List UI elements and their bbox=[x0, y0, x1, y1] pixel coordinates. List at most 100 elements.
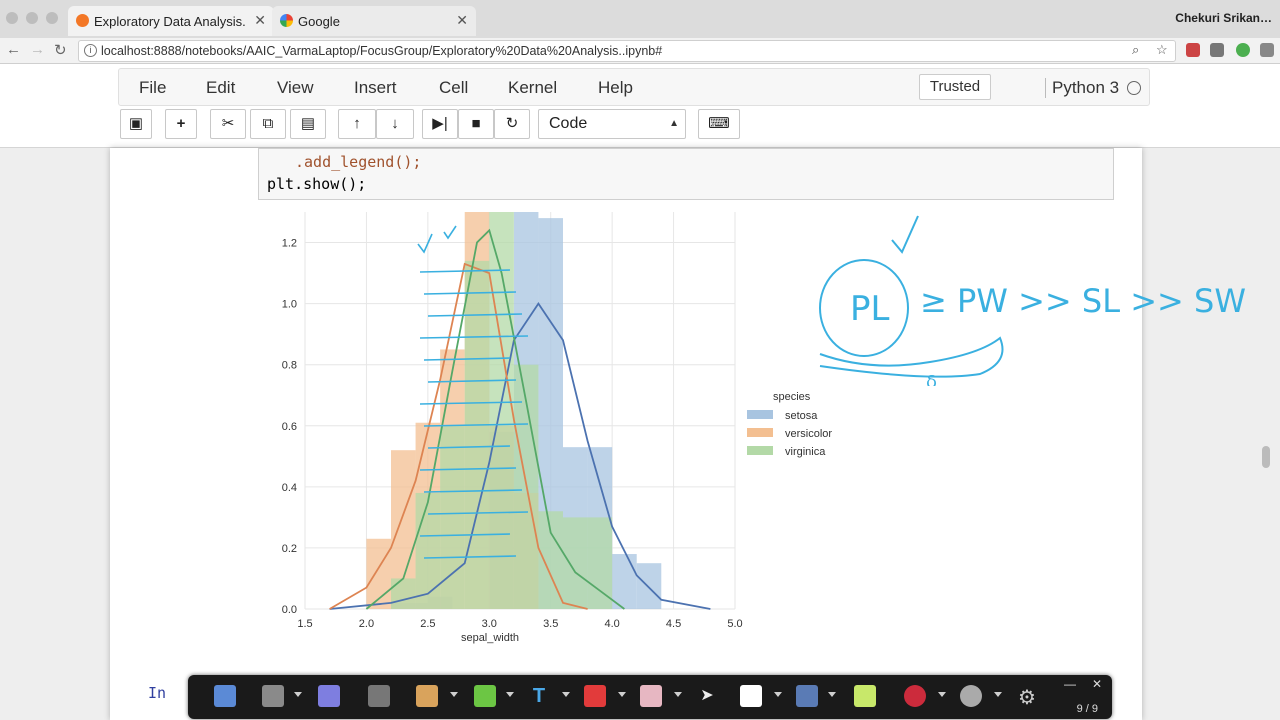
dropdown-caret-icon[interactable] bbox=[938, 692, 946, 697]
stamp-tool-icon[interactable] bbox=[368, 685, 390, 707]
dropdown-caret-icon[interactable] bbox=[994, 692, 1002, 697]
menu-file[interactable]: File bbox=[139, 78, 166, 98]
extension-icon[interactable] bbox=[1210, 43, 1224, 57]
dropdown-caret-icon[interactable] bbox=[562, 692, 570, 697]
circled-label: PL bbox=[850, 289, 890, 329]
menu-help[interactable]: Help bbox=[598, 78, 633, 98]
info-icon[interactable]: i bbox=[84, 44, 97, 57]
shape-tool-icon[interactable] bbox=[318, 685, 340, 707]
x-tick-label: 4.5 bbox=[666, 618, 681, 630]
whiteboard-tool-icon[interactable] bbox=[740, 685, 762, 707]
dropdown-caret-icon[interactable] bbox=[774, 692, 782, 697]
paste-button[interactable]: ▤ bbox=[290, 109, 326, 139]
notebook-sheet: .add_legend(); plt.show(); 1.5 2.0 2.5 3.0 3… bbox=[110, 148, 1246, 720]
back-icon[interactable]: ← bbox=[6, 41, 21, 58]
page-indicator: 9 / 9 bbox=[1076, 703, 1098, 715]
hist-bar bbox=[612, 554, 637, 609]
kernel-name[interactable]: Python 3 bbox=[1045, 78, 1119, 98]
annotation-text: ≥ PW >> SL >> SW bbox=[920, 282, 1246, 320]
cell-type-select[interactable]: Code ▲▼ bbox=[538, 109, 686, 157]
color-picker-icon[interactable] bbox=[584, 685, 606, 707]
profile-name[interactable]: Chekuri Srikan… bbox=[1175, 11, 1272, 25]
menu-insert[interactable]: Insert bbox=[354, 78, 397, 98]
menu-bar: File Edit View Insert Cell Kernel Help T… bbox=[118, 68, 1150, 106]
minimize-icon[interactable]: — bbox=[1064, 677, 1076, 691]
menu-view[interactable]: View bbox=[277, 78, 314, 98]
close-icon[interactable]: ✕ bbox=[1092, 677, 1102, 691]
sticky-note-icon[interactable] bbox=[854, 685, 876, 707]
maximize-window-icon[interactable] bbox=[46, 12, 58, 24]
highlighter-tool-icon[interactable] bbox=[474, 685, 496, 707]
code-line-text: .add_legend(); bbox=[295, 153, 422, 171]
dropdown-caret-icon[interactable] bbox=[294, 692, 302, 697]
page-scrollbar[interactable] bbox=[1262, 446, 1270, 468]
y-tick-label: 0.8 bbox=[282, 360, 297, 372]
insert-cell-button[interactable]: + bbox=[165, 109, 197, 139]
url-text: localhost:8888/notebooks/AAIC_VarmaLapto… bbox=[101, 44, 663, 58]
url-input[interactable]: i localhost:8888/notebooks/AAIC_VarmaLap… bbox=[78, 40, 1176, 62]
restart-button[interactable]: ↻ bbox=[494, 109, 530, 139]
dropdown-caret-icon[interactable] bbox=[450, 692, 458, 697]
y-tick-label: 0.2 bbox=[282, 543, 297, 555]
legend-label: versicolor bbox=[785, 428, 832, 440]
gmail-extension-icon[interactable] bbox=[1186, 43, 1200, 57]
dropdown-caret-icon[interactable] bbox=[618, 692, 626, 697]
dropdown-caret-icon[interactable] bbox=[674, 692, 682, 697]
menu-kernel[interactable]: Kernel bbox=[508, 78, 557, 98]
copy-button[interactable]: ⧉ bbox=[250, 109, 286, 139]
restart-icon: ↻ bbox=[505, 115, 519, 132]
browser-tab-notebook[interactable]: Exploratory Data Analysis. ✕ bbox=[68, 6, 274, 36]
close-window-icon[interactable] bbox=[6, 12, 18, 24]
grammarly-extension-icon[interactable] bbox=[1236, 43, 1250, 57]
gear-icon[interactable]: ⚙ bbox=[1016, 685, 1038, 709]
text-tool-icon[interactable]: T bbox=[528, 685, 550, 707]
hist-bar bbox=[563, 517, 588, 609]
legend-swatch bbox=[747, 410, 773, 419]
close-tab-icon[interactable]: ✕ bbox=[456, 12, 468, 29]
pen-tool-icon[interactable] bbox=[416, 685, 438, 707]
cut-button[interactable]: ✂ bbox=[210, 109, 246, 139]
reload-icon[interactable]: ↻ bbox=[54, 41, 67, 59]
interrupt-button[interactable]: ■ bbox=[458, 109, 494, 139]
webcam-icon[interactable] bbox=[960, 685, 982, 707]
step-forward-icon: ▶| bbox=[432, 115, 448, 132]
eraser-tool-icon[interactable] bbox=[640, 685, 662, 707]
notebook-header: File Edit View Insert Cell Kernel Help T… bbox=[0, 64, 1280, 157]
stop-icon: ■ bbox=[471, 115, 481, 132]
browser-tab-google[interactable]: Google ✕ bbox=[272, 6, 476, 36]
command-palette-button[interactable]: ⌨ bbox=[698, 109, 740, 139]
pointer-tool-icon[interactable] bbox=[214, 685, 236, 707]
code-cell[interactable]: .add_legend(); plt.show(); bbox=[258, 148, 1114, 200]
move-down-button[interactable]: ↓ bbox=[376, 109, 414, 139]
trusted-indicator[interactable]: Trusted bbox=[919, 74, 991, 100]
legend-swatch bbox=[747, 446, 773, 455]
run-button[interactable]: ▶| bbox=[422, 109, 458, 139]
extension-icon[interactable] bbox=[1260, 43, 1274, 57]
legend-swatch bbox=[747, 428, 773, 437]
x-tick-label: 3.5 bbox=[543, 618, 558, 630]
close-tab-icon[interactable]: ✕ bbox=[254, 12, 266, 29]
google-icon bbox=[280, 14, 293, 27]
y-tick-label: 1.0 bbox=[282, 299, 297, 311]
cursor-tool-icon[interactable]: ➤ bbox=[696, 685, 718, 707]
code-line: plt.show(); bbox=[267, 175, 367, 193]
x-tick-label: 2.0 bbox=[359, 618, 374, 630]
move-up-button[interactable]: ↑ bbox=[338, 109, 376, 139]
y-tick-label: 0.4 bbox=[282, 482, 297, 494]
save-button[interactable]: ▣ bbox=[120, 109, 152, 139]
zoom-icon[interactable]: ⌕ bbox=[1132, 42, 1139, 58]
record-icon[interactable] bbox=[904, 685, 926, 707]
menu-edit[interactable]: Edit bbox=[206, 78, 235, 98]
x-tick-label: 2.5 bbox=[420, 618, 435, 630]
screenshot-tool-icon[interactable] bbox=[262, 685, 284, 707]
forward-icon[interactable]: → bbox=[30, 41, 45, 58]
dropdown-caret-icon[interactable] bbox=[828, 692, 836, 697]
menu-cell[interactable]: Cell bbox=[439, 78, 468, 98]
scissors-icon: ✂ bbox=[221, 115, 235, 132]
tab-title: Google bbox=[298, 13, 340, 29]
minimize-window-icon[interactable] bbox=[26, 12, 38, 24]
bookmark-star-icon[interactable]: ☆ bbox=[1156, 42, 1168, 58]
dropdown-caret-icon[interactable] bbox=[506, 692, 514, 697]
histogram-chart: 1.5 2.0 2.5 3.0 3.5 4.0 4.5 5.0 0.0 0.2 0.4 0.6 0.8 1… bbox=[282, 212, 832, 644]
hammer-tool-icon[interactable] bbox=[796, 685, 818, 707]
